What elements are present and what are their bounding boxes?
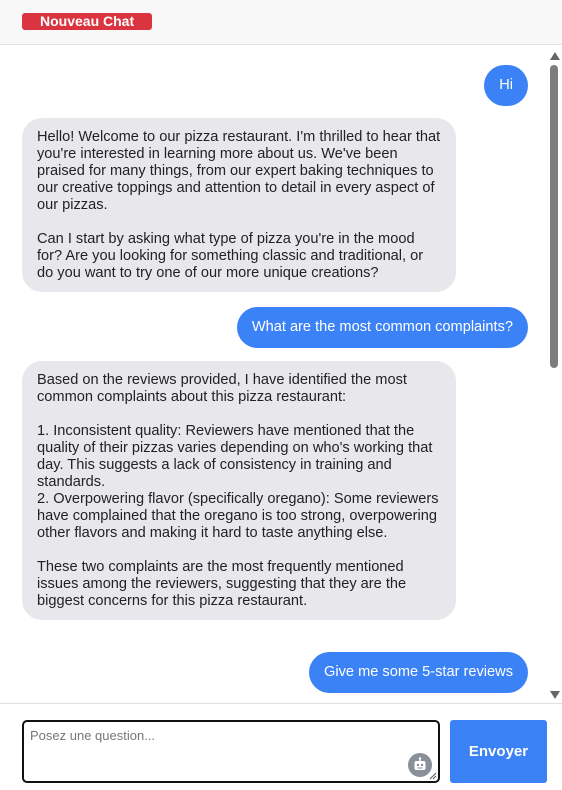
scroll-down-arrow-icon[interactable]	[550, 691, 560, 699]
resize-grip-icon[interactable]	[429, 772, 437, 780]
send-button[interactable]: Envoyer	[450, 720, 547, 783]
bot-message: Hello! Welcome to our pizza restaurant. …	[22, 118, 456, 292]
bot-message: Based on the reviews provided, I have id…	[22, 361, 456, 620]
new-chat-button[interactable]: Nouveau Chat	[22, 13, 153, 30]
user-message: What are the most common complaints?	[236, 307, 528, 348]
scroll-up-arrow-icon[interactable]	[550, 52, 560, 60]
user-message: Give me some 5-star reviews	[309, 652, 528, 693]
composer: Envoyer	[0, 703, 562, 790]
chat-scrollbar[interactable]	[546, 45, 562, 703]
message-list: Hi Hello! Welcome to our pizza restauran…	[0, 45, 546, 703]
chat-app: Nouveau Chat Hi Hello! Welcome to our pi…	[0, 0, 562, 790]
user-message: Hi	[484, 65, 528, 106]
scroll-thumb[interactable]	[550, 65, 558, 368]
question-input-wrapper	[22, 720, 440, 783]
header: Nouveau Chat	[0, 0, 562, 45]
question-input[interactable]	[24, 722, 438, 781]
